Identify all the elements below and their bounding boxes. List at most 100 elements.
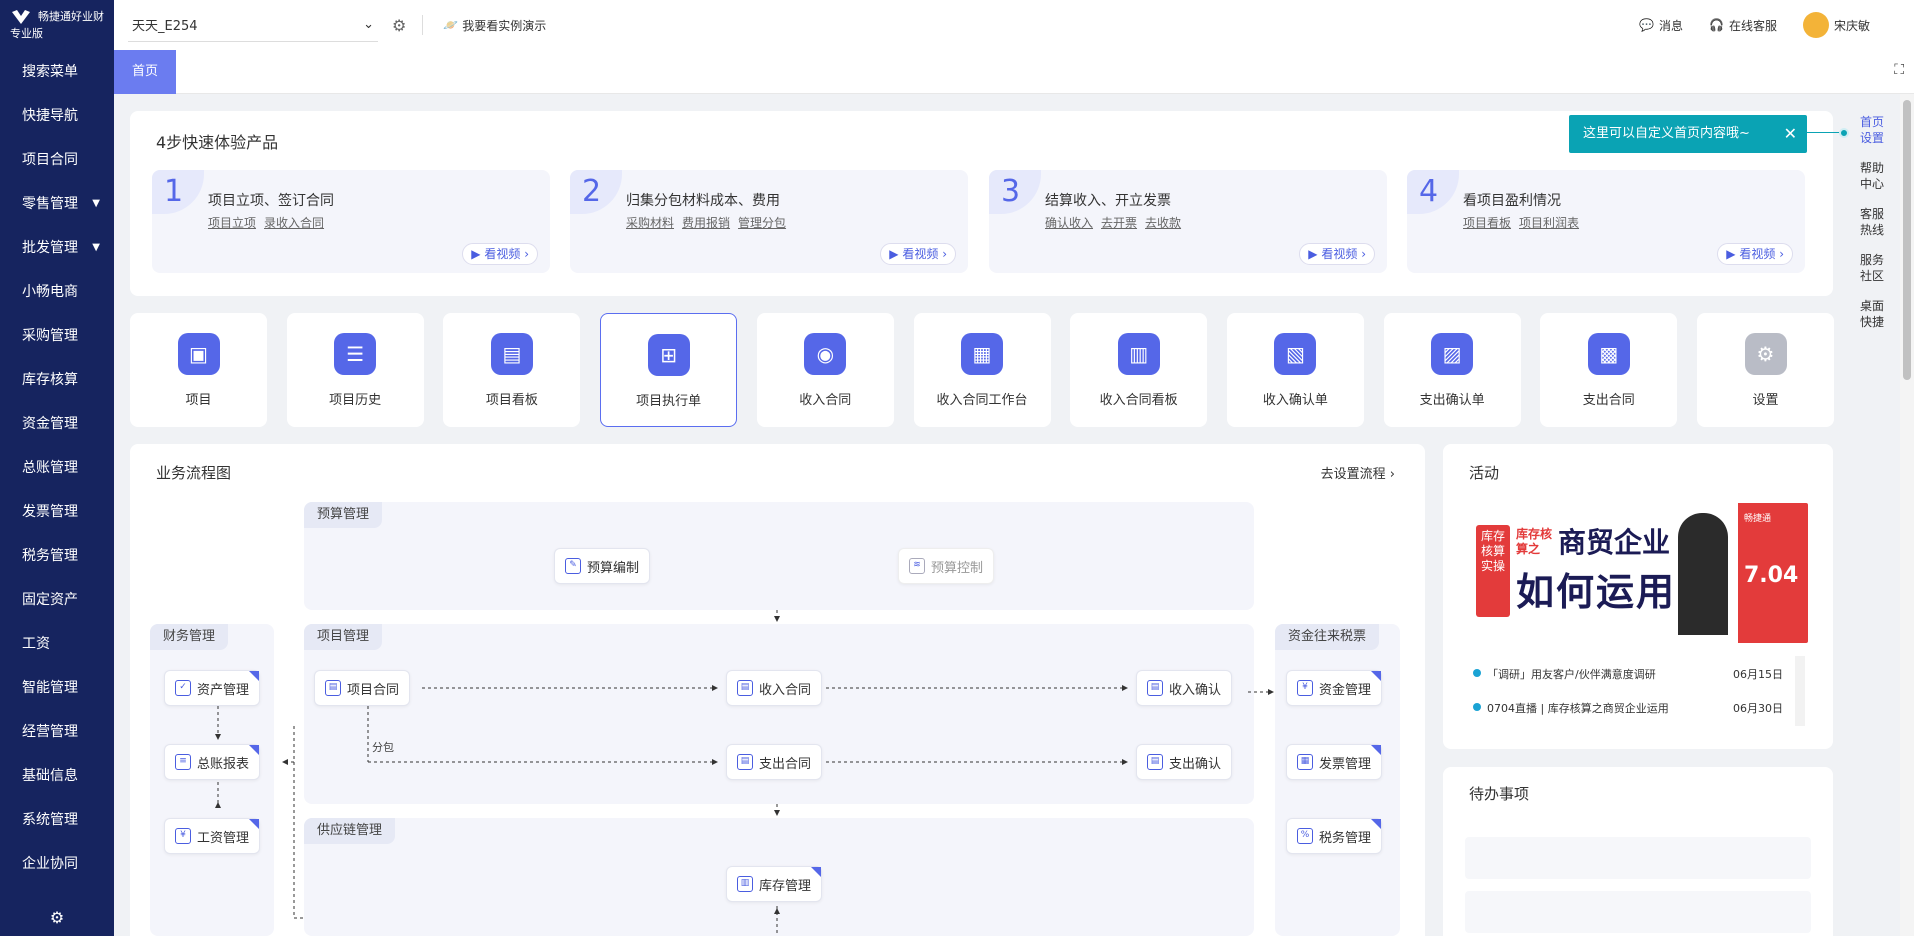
shortcut-tile[interactable]: ☰ 项目历史 bbox=[286, 313, 424, 427]
sidebar-item[interactable]: 工资 bbox=[0, 622, 114, 666]
sidebar-item[interactable]: 智能管理 bbox=[0, 666, 114, 710]
shortcut-tile[interactable]: ▤ 项目看板 bbox=[443, 313, 581, 427]
node-budget-control[interactable]: ≋ 预算控制 bbox=[898, 548, 995, 584]
sidebar-item[interactable]: 税务管理 bbox=[0, 534, 114, 578]
node-expense-contract[interactable]: ▤ 支出合同 bbox=[726, 744, 823, 780]
watch-video-button[interactable]: ▶ 看视频 › bbox=[462, 243, 538, 265]
sidebar-item[interactable]: 零售管理 ▼ bbox=[0, 182, 114, 226]
news-item[interactable]: 「调研」用友客户/伙伴满意度调研 06月15日 bbox=[1473, 666, 1783, 682]
node-fund-mgmt[interactable]: ¥ 资金管理 bbox=[1286, 670, 1383, 706]
step-link[interactable]: 确认收入 bbox=[1045, 214, 1093, 231]
report-icon: ≡ bbox=[175, 754, 191, 770]
step-link[interactable]: 采购材料 bbox=[626, 214, 674, 231]
node-asset-mgmt[interactable]: ✓ 资产管理 bbox=[164, 670, 261, 706]
step-link[interactable]: 去开票 bbox=[1101, 214, 1137, 231]
right-nav-item[interactable]: 帮助 中心 bbox=[1852, 154, 1892, 200]
node-budget-edit[interactable]: ✎ 预算编制 bbox=[554, 548, 651, 584]
node-inventory-mgmt[interactable]: ▥ 库存管理 bbox=[726, 866, 823, 902]
step-link[interactable]: 去收款 bbox=[1145, 214, 1181, 231]
subcontract-label: 分包 bbox=[372, 741, 394, 754]
node-income-confirm[interactable]: ▤ 收入确认 bbox=[1136, 670, 1233, 706]
tip-dot bbox=[1839, 128, 1849, 138]
caret-down-icon: ▼ bbox=[92, 198, 100, 209]
online-service-button[interactable]: 🎧 在线客服 bbox=[1709, 17, 1777, 34]
calendar-check-icon: ▧ bbox=[1274, 333, 1317, 375]
node-tax-mgmt[interactable]: % 税务管理 bbox=[1286, 818, 1383, 854]
sidebar-settings-button[interactable]: ⚙ bbox=[0, 900, 114, 936]
right-nav-item[interactable]: 客服 热线 bbox=[1852, 200, 1892, 246]
news-item[interactable]: 0704直播 | 库存核算之商贸企业运用 06月30日 bbox=[1473, 700, 1783, 716]
shortcut-tile[interactable]: ⊞ 项目执行单 bbox=[600, 313, 738, 427]
news-scrollbar[interactable] bbox=[1795, 656, 1805, 726]
node-income-contract[interactable]: ▤ 收入合同 bbox=[726, 670, 823, 706]
watch-video-button[interactable]: ▶ 看视频 › bbox=[880, 243, 956, 265]
right-nav-item[interactable]: 首页 设置 bbox=[1852, 108, 1892, 154]
right-nav-item[interactable]: 服务 社区 bbox=[1852, 246, 1892, 292]
chevron-right-icon: › bbox=[524, 247, 529, 261]
step-link[interactable]: 费用报销 bbox=[682, 214, 730, 231]
scrollbar-thumb[interactable] bbox=[1903, 100, 1911, 380]
play-icon: ▶ bbox=[1726, 247, 1736, 261]
step-link[interactable]: 项目看板 bbox=[1463, 214, 1511, 231]
fullscreen-icon[interactable]: ⛶ bbox=[1894, 62, 1904, 78]
sidebar-item[interactable]: 项目合同 bbox=[0, 138, 114, 182]
step-number: 1 bbox=[152, 170, 204, 214]
step-link[interactable]: 项目利润表 bbox=[1519, 214, 1579, 231]
node-salary-mgmt[interactable]: ¥ 工资管理 bbox=[164, 818, 261, 854]
right-nav-item[interactable]: 桌面 快捷 bbox=[1852, 292, 1892, 338]
user-menu[interactable]: 宋庆敏 bbox=[1802, 12, 1870, 38]
customize-tip: 这里可以自定义首页内容哦~ ✕ bbox=[1569, 115, 1807, 153]
sidebar-item[interactable]: 基础信息 bbox=[0, 754, 114, 798]
watch-video-button[interactable]: ▶ 看视频 › bbox=[1717, 243, 1793, 265]
board-icon: ▤ bbox=[490, 333, 533, 375]
close-icon[interactable]: ✕ bbox=[1784, 115, 1797, 153]
shortcut-tile[interactable]: ◉ 收入合同 bbox=[756, 313, 894, 427]
step-link[interactable]: 管理分包 bbox=[738, 214, 786, 231]
activity-banner[interactable]: 库存核算实操 库存核算之 商贸企业 如何运用 畅捷通 7.04 bbox=[1468, 503, 1808, 643]
demo-link[interactable]: 🪐 我要看实例演示 bbox=[443, 17, 546, 34]
shortcut-tile[interactable]: ▦ 收入合同工作台 bbox=[913, 313, 1051, 427]
message-icon: 💬 bbox=[1639, 18, 1654, 32]
sidebar-item[interactable]: 资金管理 bbox=[0, 402, 114, 446]
step-link[interactable]: 项目立项 bbox=[208, 214, 256, 231]
account-select[interactable]: 天天_E254 ⌄ bbox=[128, 8, 378, 42]
watch-video-button[interactable]: ▶ 看视频 › bbox=[1299, 243, 1375, 265]
chart-icon: ▥ bbox=[1117, 333, 1160, 375]
shortcut-tile[interactable]: ▥ 收入合同看板 bbox=[1070, 313, 1208, 427]
activity-title: 活动 bbox=[1469, 464, 1500, 482]
node-expense-confirm[interactable]: ▤ 支出确认 bbox=[1136, 744, 1233, 780]
shortcut-tile[interactable]: ▨ 支出确认单 bbox=[1383, 313, 1521, 427]
sidebar-item[interactable]: 搜索菜单 bbox=[0, 50, 114, 94]
todo-title: 待办事项 bbox=[1469, 785, 1530, 803]
step-link[interactable]: 录收入合同 bbox=[264, 214, 324, 231]
gear-icon: ⚙ bbox=[1744, 333, 1787, 375]
shortcut-tile[interactable]: ▣ 项目 bbox=[130, 313, 267, 427]
sidebar-item[interactable]: 小畅电商 bbox=[0, 270, 114, 314]
sidebar-item[interactable]: 批发管理 ▼ bbox=[0, 226, 114, 270]
top-bar: 天天_E254 ⌄ ⚙ 🪐 我要看实例演示 💬 消息 🎧 在线客服 宋庆敏 bbox=[114, 0, 1914, 50]
shortcut-tile[interactable]: ▧ 收入确认单 bbox=[1226, 313, 1364, 427]
corner-marker bbox=[1371, 671, 1382, 681]
node-project-contract[interactable]: ▤ 项目合同 bbox=[314, 670, 411, 706]
sidebar-item[interactable]: 固定资产 bbox=[0, 578, 114, 622]
node-invoice-mgmt[interactable]: ▦ 发票管理 bbox=[1286, 744, 1383, 780]
sidebar-item[interactable]: 企业协同 bbox=[0, 842, 114, 886]
sidebar-item[interactable]: 采购管理 bbox=[0, 314, 114, 358]
sidebar-item[interactable]: 总账管理 bbox=[0, 446, 114, 490]
banner-tag: 库存核算实操 bbox=[1476, 525, 1510, 617]
messages-button[interactable]: 💬 消息 bbox=[1639, 17, 1683, 34]
list-icon: ☰ bbox=[334, 333, 377, 375]
node-ledger-report[interactable]: ≡ 总账报表 bbox=[164, 744, 261, 780]
sidebar-item[interactable]: 库存核算 bbox=[0, 358, 114, 402]
tab-home[interactable]: 首页 bbox=[114, 50, 176, 94]
sidebar-item[interactable]: 快捷导航 bbox=[0, 94, 114, 138]
sidebar-item[interactable]: 经营管理 bbox=[0, 710, 114, 754]
settings-gear-icon[interactable]: ⚙ bbox=[392, 16, 406, 35]
document-icon: ▤ bbox=[325, 680, 341, 696]
shortcut-tile[interactable]: ⚙ 设置 bbox=[1697, 313, 1834, 427]
sidebar-item[interactable]: 发票管理 bbox=[0, 490, 114, 534]
sidebar-item[interactable]: 系统管理 bbox=[0, 798, 114, 842]
salary-icon: ¥ bbox=[175, 828, 191, 844]
shortcut-tile[interactable]: ▩ 支出合同 bbox=[1540, 313, 1678, 427]
business-flow-card: 业务流程图 去设置流程 › 预算管理 财务管理 项目管理 供应链管理 资金往来税… bbox=[130, 444, 1425, 936]
